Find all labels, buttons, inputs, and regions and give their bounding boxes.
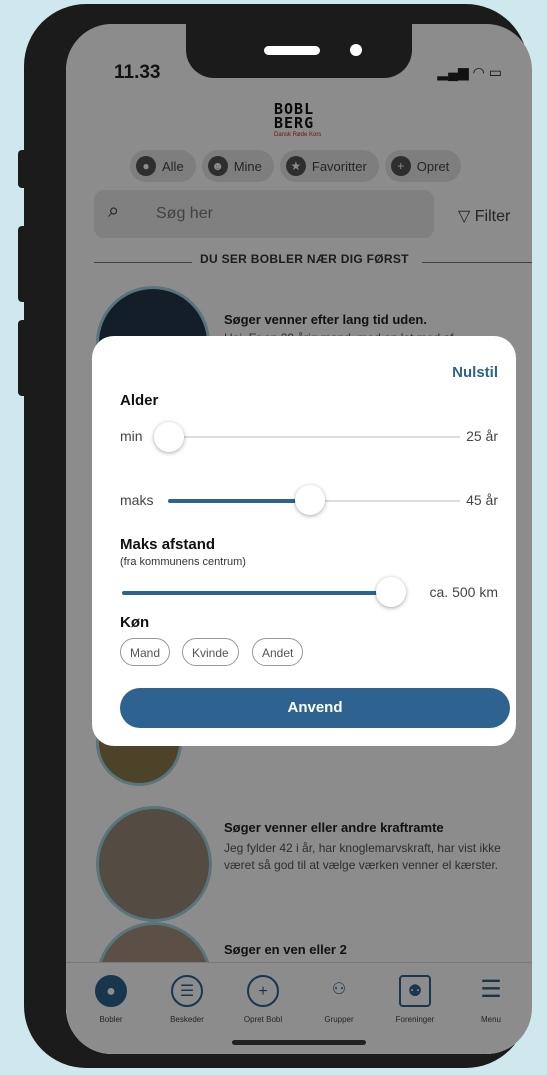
reset-button[interactable]: Nulstil [452, 364, 498, 381]
distance-thumb[interactable] [376, 577, 406, 607]
max-age-fill [168, 499, 306, 503]
min-age-value: 25 år [466, 428, 498, 444]
gender-label: Køn [120, 614, 150, 631]
phone-frame: 11.33 ▂▄▆ ◠ ▭ BOBL BERG Dansk Røde Kors … [24, 4, 532, 1068]
max-age-thumb[interactable] [295, 485, 325, 515]
min-age-thumb[interactable] [154, 422, 184, 452]
max-age-label: maks [120, 492, 154, 508]
gender-option-andet[interactable]: Andet [252, 638, 304, 666]
age-label: Alder [120, 392, 159, 409]
notch [186, 24, 412, 78]
speaker [264, 46, 320, 55]
gender-option-kvinde[interactable]: Kvinde [182, 638, 239, 666]
app-screen: 11.33 ▂▄▆ ◠ ▭ BOBL BERG Dansk Røde Kors … [66, 24, 532, 1054]
distance-sublabel: (fra kommunens centrum) [120, 556, 246, 568]
max-age-value: 45 år [466, 492, 498, 508]
gender-option-mand[interactable]: Mand [120, 638, 171, 666]
distance-label: Maks afstand [120, 536, 216, 553]
min-age-slider[interactable] [154, 436, 460, 438]
apply-button[interactable]: Anvend [120, 688, 510, 728]
home-indicator [232, 1040, 366, 1045]
min-age-label: min [120, 428, 143, 444]
filter-modal: Nulstil Alder min 25 år maks 45 år Maks … [92, 336, 516, 746]
distance-value: ca. 500 km [429, 584, 498, 600]
distance-slider[interactable] [122, 591, 388, 595]
camera [350, 44, 362, 56]
